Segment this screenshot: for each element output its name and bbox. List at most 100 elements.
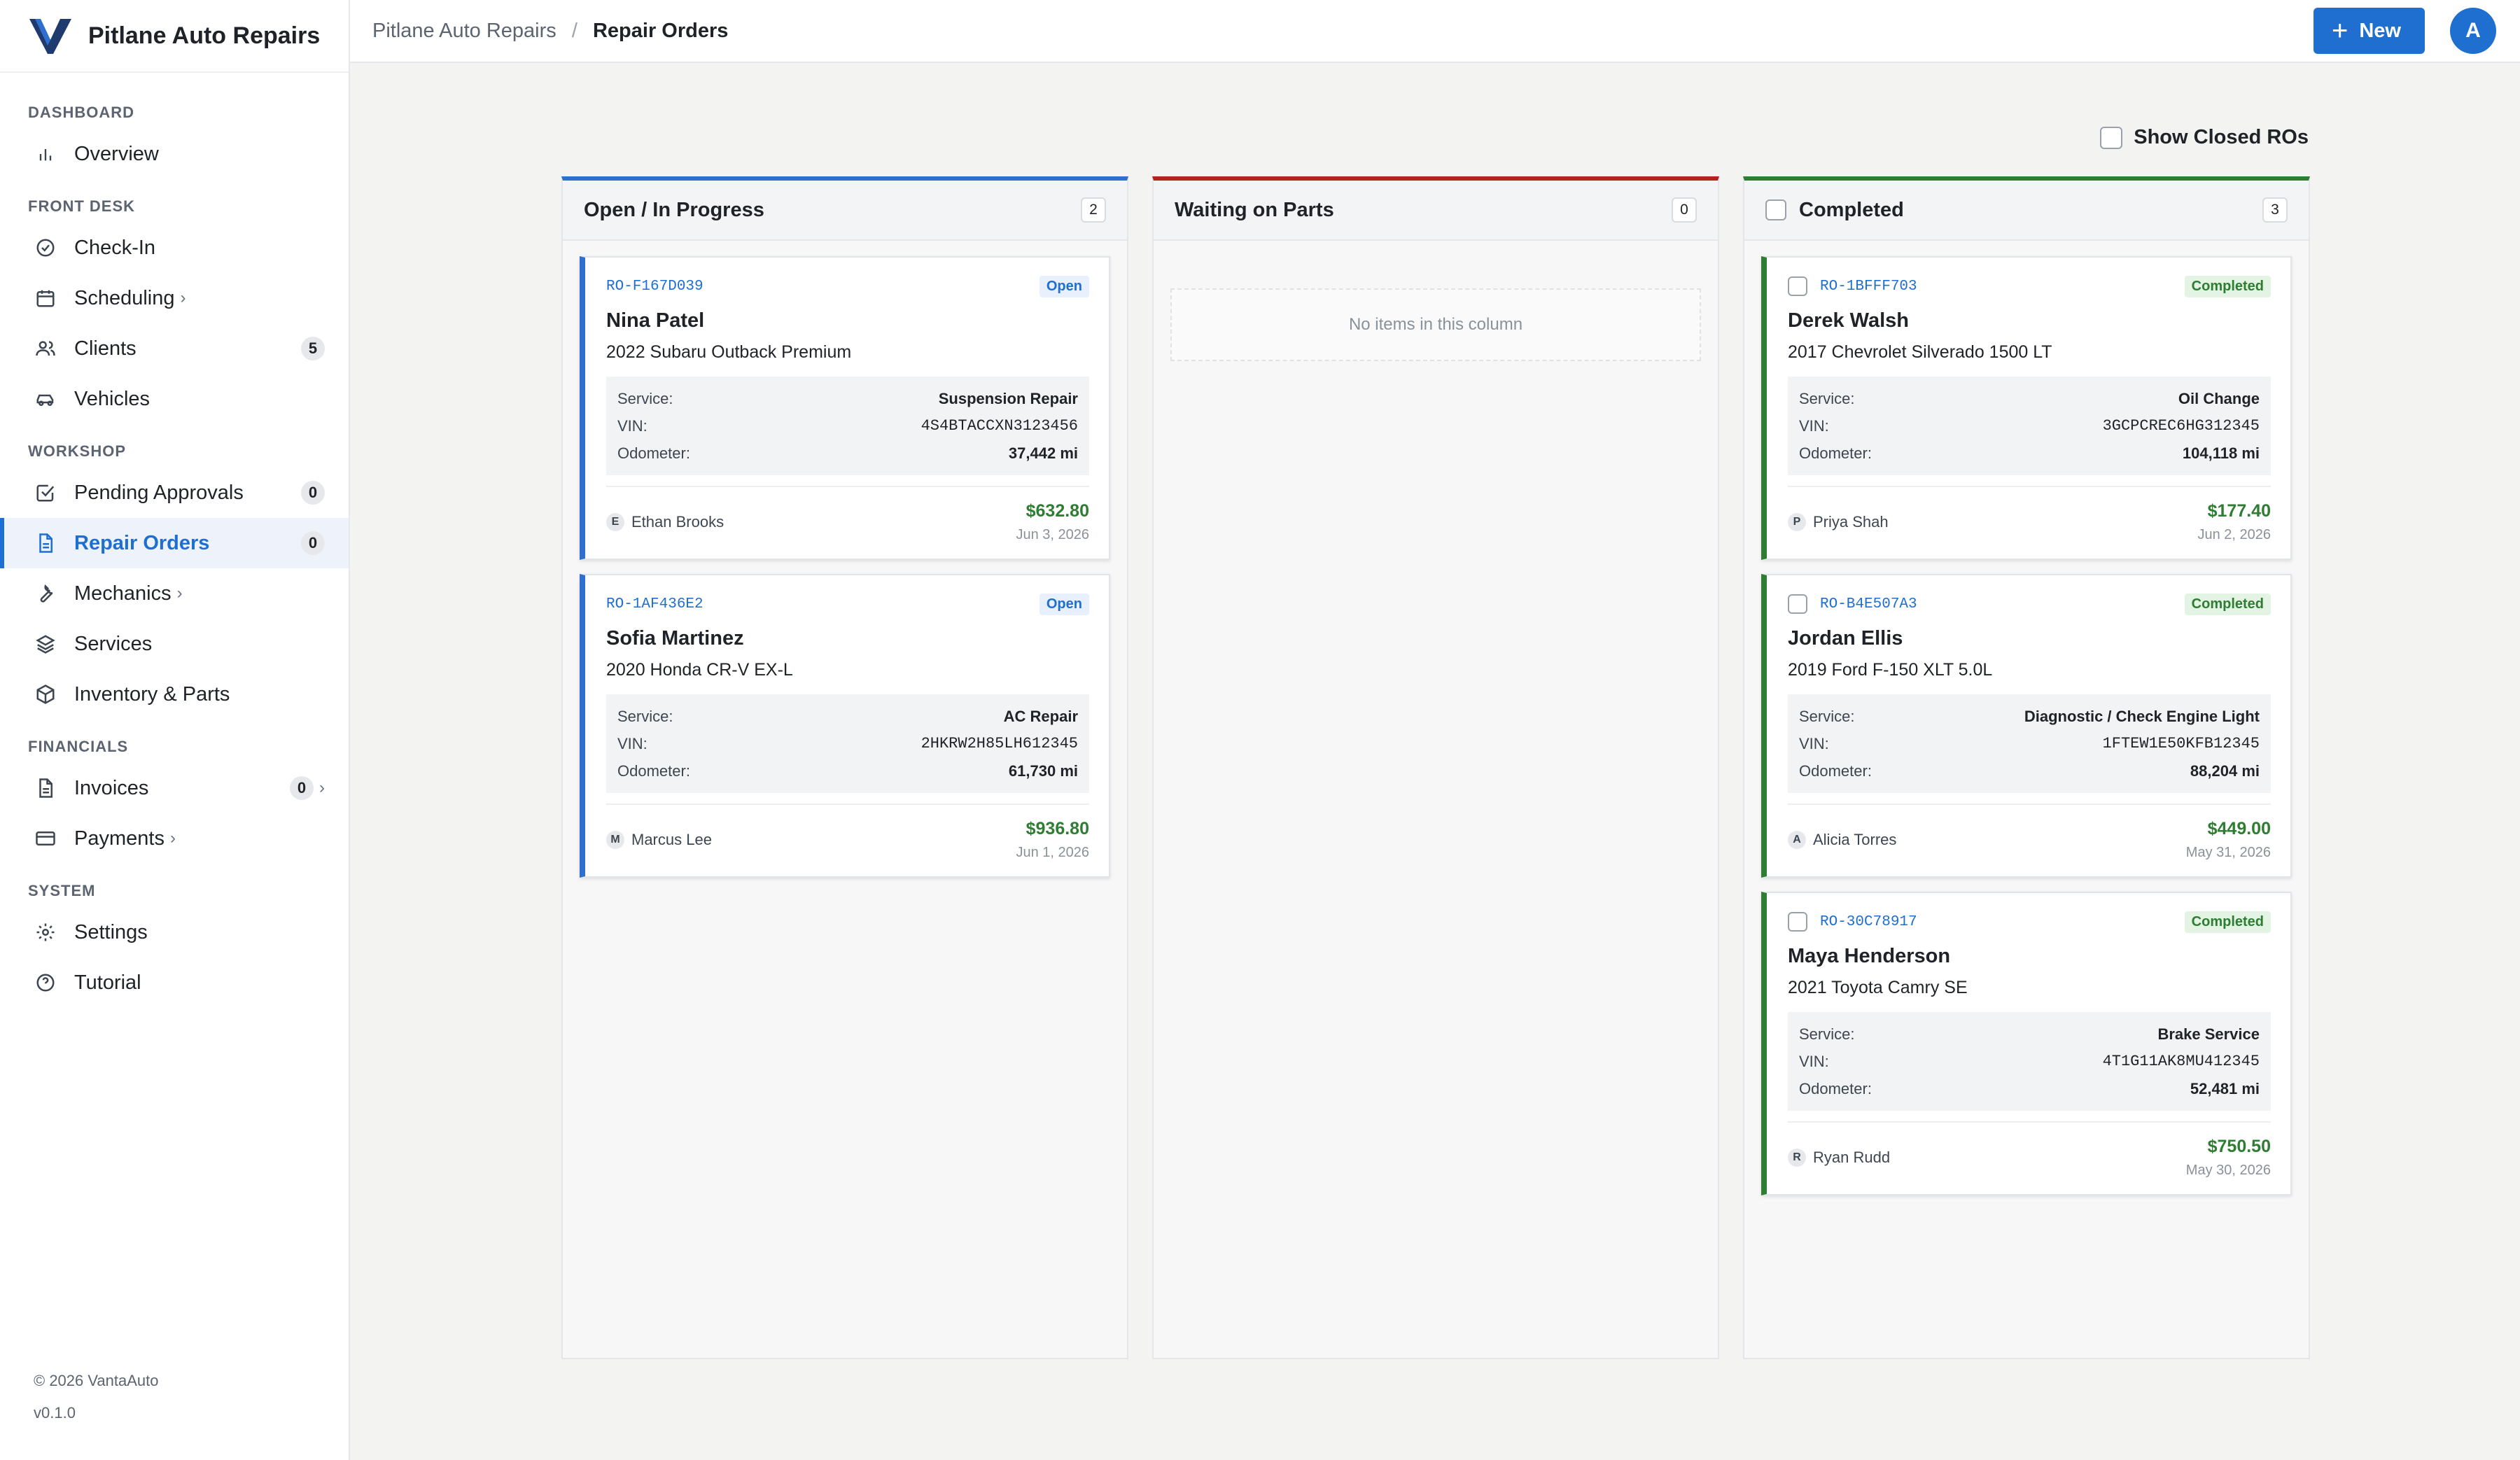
card-select-checkbox[interactable] <box>1788 912 1807 932</box>
service-value: Oil Change <box>2178 389 2260 407</box>
show-closed-checkbox[interactable] <box>2100 126 2123 149</box>
chevron-right-icon: › <box>176 584 183 603</box>
breadcrumb-separator: / <box>571 19 578 42</box>
version-text: v0.1.0 <box>34 1404 76 1422</box>
sidebar-item-inventory-parts[interactable]: Inventory & Parts <box>0 669 349 720</box>
sidebar-item-check-in[interactable]: Check-In <box>0 223 349 273</box>
sidebar-item-clients[interactable]: Clients 5 <box>0 323 349 374</box>
user-avatar[interactable]: A <box>2450 8 2496 54</box>
ro-number[interactable]: RO-1AF436E2 <box>606 596 1040 612</box>
odometer-value: 37,442 mi <box>1008 444 1078 462</box>
column-open-in-progress: Open / In Progress 2 RO-F167D039 Open Ni… <box>561 176 1128 1359</box>
ro-number[interactable]: RO-1BFFF703 <box>1820 279 2185 295</box>
chevron-right-icon: › <box>319 778 325 797</box>
vehicle-name: 2020 Honda CR-V EX-L <box>606 660 793 680</box>
mechanic-avatar: R <box>1788 1149 1806 1167</box>
brand[interactable]: Pitlane Auto Repairs <box>0 0 349 73</box>
repair-order-card[interactable]: RO-B4E507A3 Completed Jordan Ellis 2019 … <box>1761 574 2292 878</box>
sidebar-item-label: Vehicles <box>74 387 150 410</box>
customer-name: Jordan Ellis <box>1788 627 1903 650</box>
sidebar-item-tutorial[interactable]: Tutorial <box>0 957 349 1008</box>
mechanic-avatar: P <box>1788 513 1806 531</box>
service-label: Service: <box>1799 1025 1855 1043</box>
breadcrumb-root[interactable]: Pitlane Auto Repairs <box>372 20 556 42</box>
odometer-value: 61,730 mi <box>1008 761 1078 780</box>
show-closed-toggle[interactable]: Show Closed ROs <box>2100 126 2309 149</box>
sidebar-item-label: Mechanics <box>74 582 172 605</box>
column-count: 2 <box>1081 197 1106 223</box>
card-details: Service: Oil Change VIN: 3GCPCREC6HG312345… <box>1788 377 2271 475</box>
order-date: Jun 3, 2026 <box>1016 527 1089 542</box>
select-all-checkbox[interactable] <box>1765 199 1786 220</box>
customer-name: Sofia Martinez <box>606 627 744 650</box>
ro-number[interactable]: RO-F167D039 <box>606 279 1040 295</box>
card-select-checkbox[interactable] <box>1788 594 1807 614</box>
odometer-value: 104,118 mi <box>2182 444 2260 462</box>
odometer-label: Odometer: <box>1799 1079 1872 1097</box>
sidebar-item-vehicles[interactable]: Vehicles <box>0 374 349 424</box>
order-amount: $750.50 <box>2207 1137 2271 1156</box>
order-amount: $449.00 <box>2207 819 2271 838</box>
kanban-board: Open / In Progress 2 RO-F167D039 Open Ni… <box>561 176 2310 1359</box>
ro-number[interactable]: RO-30C78917 <box>1820 914 2185 930</box>
service-value: AC Repair <box>1003 707 1078 725</box>
customer-name: Nina Patel <box>606 309 705 332</box>
sidebar-item-mechanics[interactable]: Mechanics › <box>0 568 349 619</box>
sidebar-item-payments[interactable]: Payments › <box>0 813 349 864</box>
sidebar-item-label: Overview <box>74 142 159 165</box>
invoices-count-badge: 0 <box>290 776 314 800</box>
sidebar-item-pending-approvals[interactable]: Pending Approvals 0 <box>0 468 349 518</box>
card-details: Service: Brake Service VIN: 4T1G11AK8MU412… <box>1788 1012 2271 1111</box>
ro-number[interactable]: RO-B4E507A3 <box>1820 596 2185 612</box>
repair-order-card[interactable]: RO-30C78917 Completed Maya Henderson 202… <box>1761 892 2292 1195</box>
chevron-right-icon: › <box>169 829 176 848</box>
column-header: Waiting on Parts 0 <box>1154 181 1718 241</box>
service-label: Service: <box>617 707 673 725</box>
chevron-right-icon: › <box>180 288 186 307</box>
sidebar-item-scheduling[interactable]: Scheduling › <box>0 273 349 323</box>
odometer-value: 52,481 mi <box>2190 1079 2260 1097</box>
top-bar: Pitlane Auto Repairs / Repair Orders + N… <box>350 0 2520 63</box>
column-title: Completed <box>1799 198 1904 221</box>
sidebar-item-overview[interactable]: Overview <box>0 129 349 179</box>
box-icon <box>34 682 57 706</box>
column-body: No items in this column <box>1154 241 1718 377</box>
mechanic-name: Alicia Torres <box>1813 831 1897 848</box>
order-amount: $936.80 <box>1026 819 1089 838</box>
sidebar: Pitlane Auto Repairs DASHBOARD Overview … <box>0 0 350 1460</box>
sidebar-item-invoices[interactable]: Invoices 0 › <box>0 763 349 813</box>
repair-order-card[interactable]: RO-1BFFF703 Completed Derek Walsh 2017 C… <box>1761 256 2292 560</box>
brand-logo-icon <box>29 19 71 54</box>
sidebar-item-repair-orders[interactable]: Repair Orders 0 <box>0 518 349 568</box>
status-badge: Open <box>1039 275 1089 297</box>
plus-icon: + <box>2332 15 2348 46</box>
vehicle-name: 2022 Subaru Outback Premium <box>606 342 852 362</box>
vin-label: VIN: <box>617 416 648 435</box>
card-select-checkbox[interactable] <box>1788 276 1807 296</box>
sidebar-item-settings[interactable]: Settings <box>0 907 349 957</box>
mechanic-avatar: E <box>606 513 624 531</box>
sidebar-item-services[interactable]: Services <box>0 619 349 669</box>
copyright-text: © 2026 VantaAuto <box>34 1372 159 1389</box>
pending-approvals-count-badge: 0 <box>301 481 325 505</box>
odometer-value: 88,204 mi <box>2190 761 2260 780</box>
odometer-label: Odometer: <box>617 761 690 780</box>
new-button[interactable]: + New <box>2314 8 2425 54</box>
mechanic-avatar: A <box>1788 831 1806 849</box>
nav-section-system: SYSTEM <box>28 882 96 899</box>
column-count: 0 <box>1672 197 1697 223</box>
check-circle-icon <box>34 236 57 260</box>
breadcrumb-current: Repair Orders <box>592 19 729 42</box>
repair-order-card[interactable]: RO-1AF436E2 Open Sofia Martinez 2020 Hon… <box>580 574 1110 878</box>
vehicle-name: 2017 Chevrolet Silverado 1500 LT <box>1788 342 2052 362</box>
customer-name: Maya Henderson <box>1788 945 1951 967</box>
sidebar-item-label: Services <box>74 632 153 655</box>
status-badge: Completed <box>2184 593 2271 615</box>
nav-section-workshop: WORKSHOP <box>28 442 126 460</box>
column-title: Open / In Progress <box>584 198 764 221</box>
repair-order-card[interactable]: RO-F167D039 Open Nina Patel 2022 Subaru … <box>580 256 1110 560</box>
sidebar-item-label: Payments <box>74 827 164 850</box>
vin-label: VIN: <box>1799 416 1829 435</box>
sidebar-item-label: Pending Approvals <box>74 481 244 504</box>
status-badge: Completed <box>2184 911 2271 933</box>
